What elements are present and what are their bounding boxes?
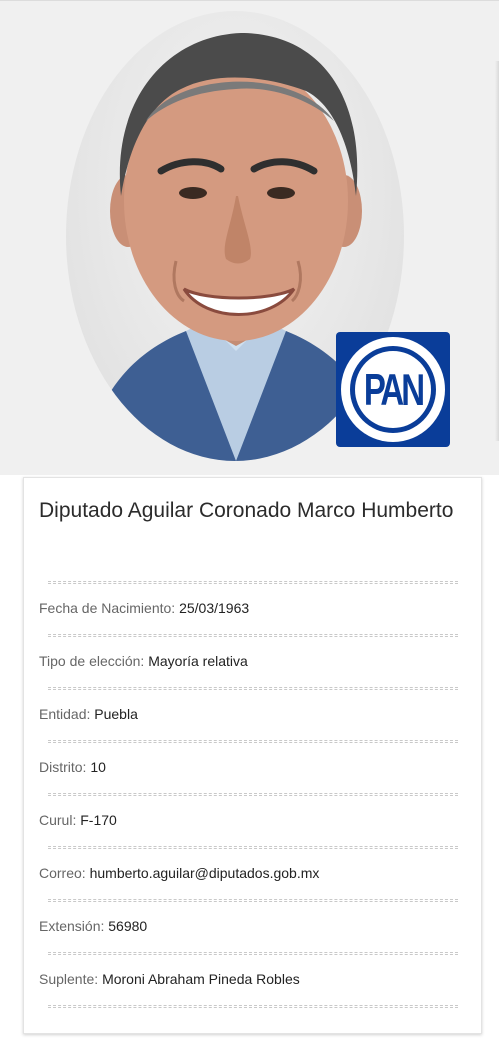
info-label: Fecha de Nacimiento: [39, 600, 176, 616]
info-label: Extensión: [39, 918, 105, 934]
info-row-correo: Correo: humberto.aguilar@diputados.gob.m… [39, 864, 319, 882]
info-label: Correo: [39, 865, 86, 881]
dashed-divider [48, 952, 458, 955]
info-value: Puebla [94, 706, 138, 722]
info-value[interactable]: humberto.aguilar@diputados.gob.mx [90, 865, 320, 881]
info-row-curul: Curul: F-170 [39, 811, 117, 829]
info-row-distrito: Distrito: 10 [39, 758, 106, 776]
info-row-fecha-nacimiento: Fecha de Nacimiento: 25/03/1963 [39, 599, 249, 617]
header-edge-shadow [495, 61, 499, 441]
info-row-tipo-eleccion: Tipo de elección: Mayoría relativa [39, 652, 248, 670]
info-value: Mayoría relativa [148, 653, 248, 669]
dashed-divider [48, 899, 458, 902]
info-label: Curul: [39, 812, 77, 828]
info-value: F-170 [80, 812, 117, 828]
deputy-info-card: Diputado Aguilar Coronado Marco Humberto… [23, 477, 482, 1034]
dashed-divider [48, 846, 458, 849]
dashed-divider [48, 1005, 458, 1008]
info-row-extension: Extensión: 56980 [39, 917, 147, 935]
info-label: Distrito: [39, 759, 87, 775]
info-row-suplente: Suplente: Moroni Abraham Pineda Robles [39, 970, 300, 988]
deputy-name-title: Diputado Aguilar Coronado Marco Humberto [39, 499, 454, 522]
info-row-entidad: Entidad: Puebla [39, 705, 138, 723]
info-label: Entidad: [39, 706, 91, 722]
party-logo-text: PAN [363, 364, 425, 415]
info-value: Moroni Abraham Pineda Robles [102, 971, 300, 987]
dashed-divider [48, 740, 458, 743]
info-value: 25/03/1963 [179, 600, 250, 616]
info-label: Suplente: [39, 971, 99, 987]
info-label: Tipo de elección: [39, 653, 145, 669]
dashed-divider [48, 634, 458, 637]
party-logo: PAN [336, 332, 450, 447]
dashed-divider [48, 687, 458, 690]
dashed-divider [48, 581, 458, 584]
info-value: 10 [90, 759, 106, 775]
info-value: 56980 [108, 918, 148, 934]
dashed-divider [48, 793, 458, 796]
profile-header: PAN [0, 0, 499, 475]
